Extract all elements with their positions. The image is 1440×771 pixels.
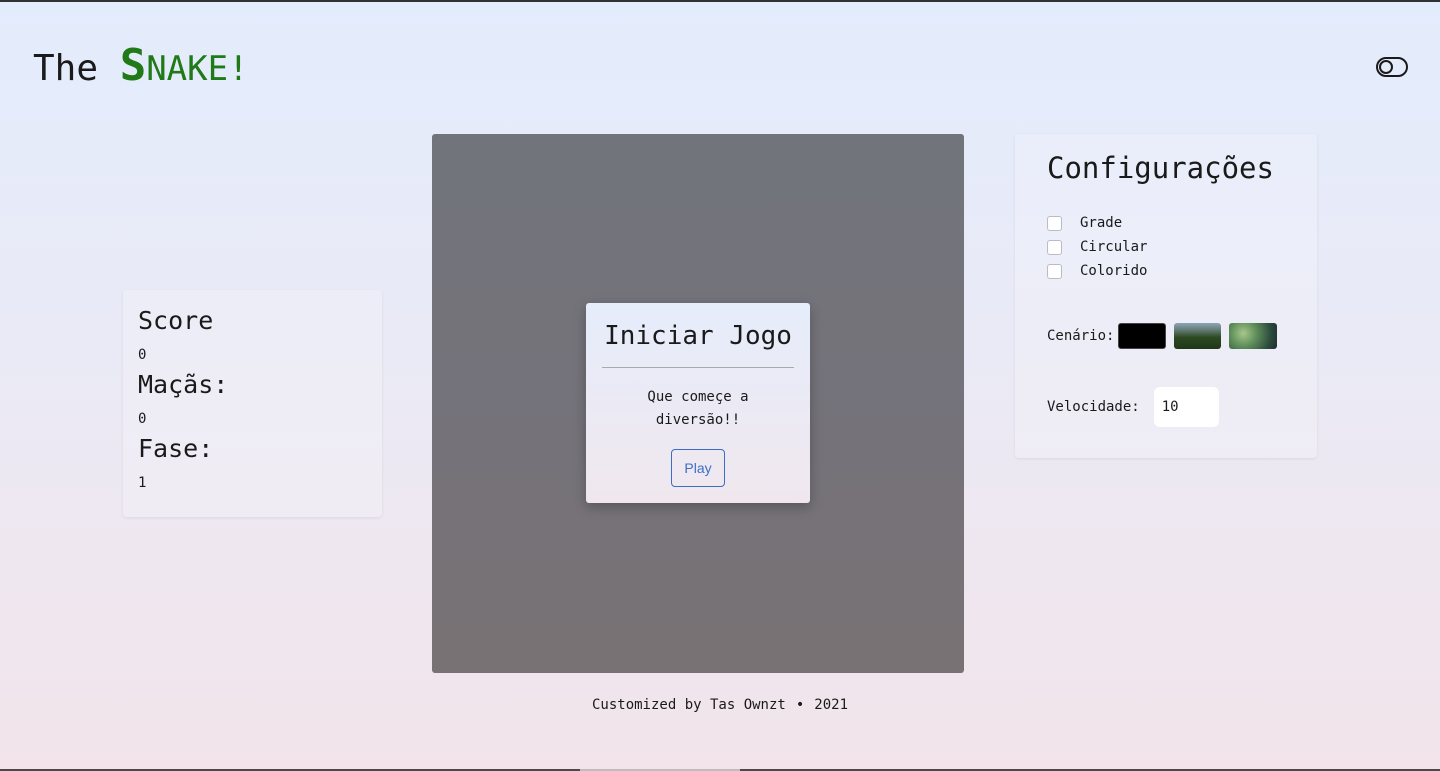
apples-value: 0 <box>138 411 147 427</box>
speed-label: Velocidade: <box>1047 399 1140 415</box>
option-colored[interactable]: Colorido <box>1047 259 1285 283</box>
title-snake-rest: NAKE! <box>146 49 249 89</box>
stats-panel: Score 0 Maçãs: 0 Fase: 1 <box>123 290 382 517</box>
footer-year: 2021 <box>814 697 849 713</box>
option-grid[interactable]: Grade <box>1047 211 1285 235</box>
option-circular-label: Circular <box>1080 239 1148 255</box>
settings-panel: Configurações Grade Circular Colorido Ce… <box>1015 134 1317 458</box>
option-colored-label: Colorido <box>1080 263 1148 279</box>
settings-options: Grade Circular Colorido <box>1047 211 1285 283</box>
modal-title: Iniciar Jogo <box>604 321 792 351</box>
scenery-selector: Cenário: <box>1047 323 1285 349</box>
settings-title: Configurações <box>1047 151 1274 185</box>
option-circular[interactable]: Circular <box>1047 235 1285 259</box>
scenery-forest-swatch[interactable] <box>1173 323 1222 349</box>
speed-setting: Velocidade: <box>1047 387 1285 427</box>
title-snake: SNAKE! <box>120 40 249 91</box>
title-snake-initial: S <box>119 40 147 91</box>
modal-message: Que começe a diversão!! <box>647 389 749 428</box>
level-value: 1 <box>138 475 147 491</box>
scenery-canopy-swatch[interactable] <box>1229 323 1277 349</box>
circular-checkbox[interactable] <box>1047 239 1062 255</box>
footer-credit: Customized by Tas Ownzt <box>591 697 786 713</box>
theme-toggle-switch[interactable] <box>1376 57 1408 77</box>
footer: Customized by Tas Ownzt • 2021 <box>0 697 1440 713</box>
apples-label: Maçãs: <box>138 370 229 399</box>
level-label: Fase: <box>138 434 214 463</box>
grid-checkbox[interactable] <box>1047 215 1062 231</box>
colored-checkbox[interactable] <box>1047 263 1062 279</box>
title-prefix: The <box>33 48 120 89</box>
option-grid-label: Grade <box>1080 215 1123 231</box>
scenery-label: Cenário: <box>1047 328 1115 344</box>
start-game-modal: Iniciar Jogo Que começe a diversão!! Pla… <box>586 303 810 503</box>
app-title: The SNAKE! <box>33 40 249 91</box>
toggle-knob-icon <box>1379 60 1393 74</box>
scenery-black-swatch[interactable] <box>1118 323 1166 349</box>
play-button[interactable]: Play <box>671 449 725 487</box>
speed-input[interactable] <box>1153 387 1219 427</box>
footer-separator: • <box>795 697 805 713</box>
score-label: Score <box>138 306 214 335</box>
modal-divider <box>602 367 794 368</box>
score-value: 0 <box>138 347 147 363</box>
